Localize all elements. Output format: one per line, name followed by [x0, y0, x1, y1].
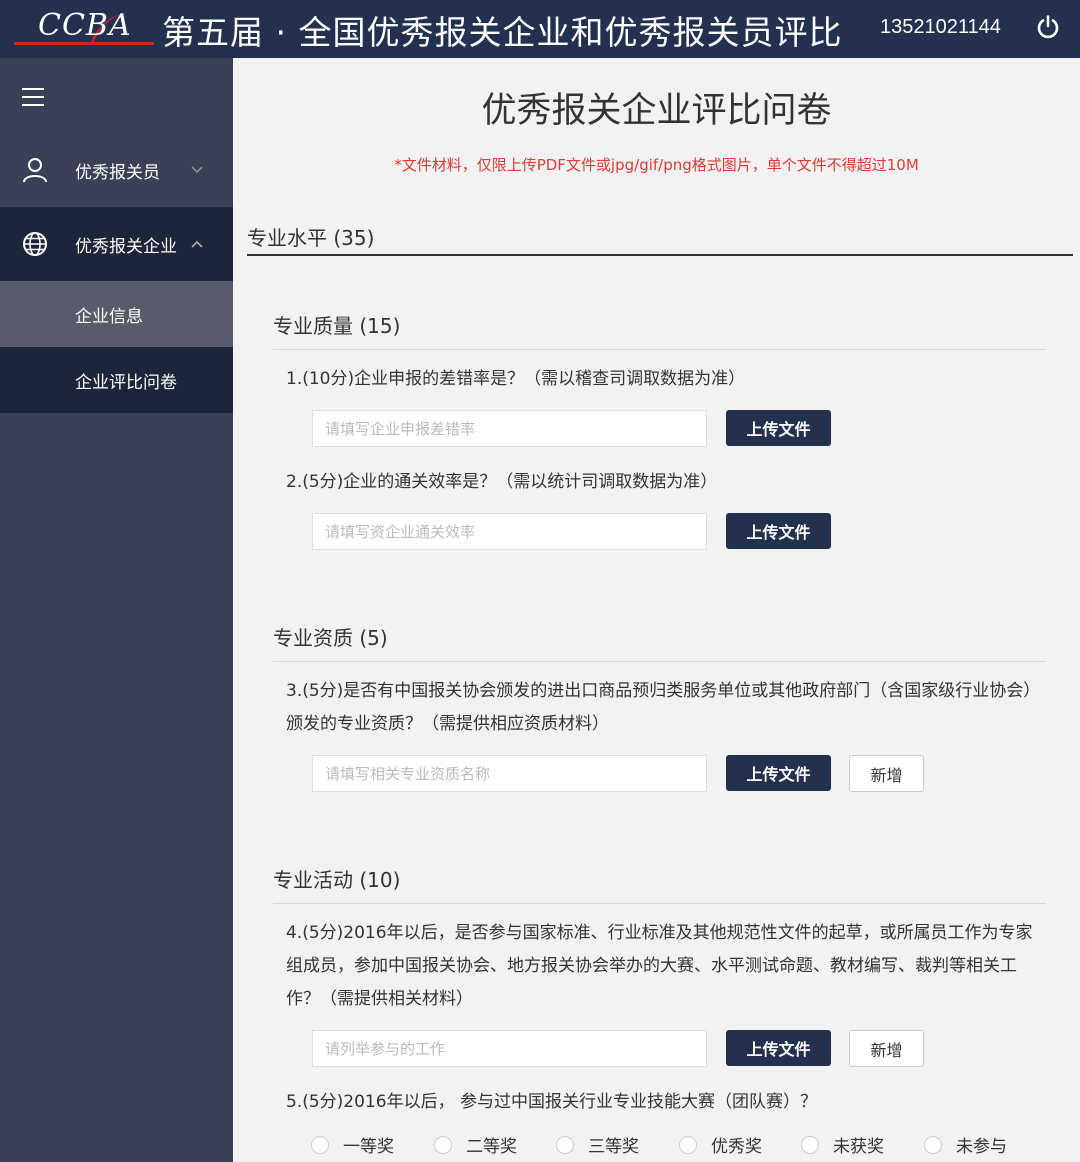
radio-circle[interactable]	[556, 1135, 574, 1154]
radio-circle[interactable]	[311, 1135, 329, 1154]
section-divider	[247, 254, 1073, 256]
participation-work-input[interactable]	[312, 1030, 707, 1067]
question-text: 5.(5分)2016年以后， 参与过中国报关行业专业技能大赛（团队赛）？	[286, 1092, 817, 1112]
clearance-efficiency-input[interactable]	[312, 513, 707, 550]
sidebar-item-excellent-broker[interactable]: 优秀报关员	[0, 133, 233, 207]
radio-label: 二等奖	[466, 1137, 517, 1157]
radio-circle[interactable]	[924, 1135, 942, 1154]
radio-excellence-prize[interactable]: 优秀奖	[679, 1132, 762, 1157]
radio-label: 未参与	[956, 1137, 1007, 1157]
question-text: 3.(5分)是否有中国报关协会颁发的进出口商品预归类服务单位或其他政府部门（含国…	[286, 681, 1032, 734]
radio-circle[interactable]	[679, 1135, 697, 1154]
question-text: 4.(5分)2016年以后，是否参与国家标准、行业标准及其他规范性文件的起草，或…	[286, 923, 1033, 1009]
sidebar-item-label: 企业信息	[75, 306, 143, 327]
sidebar-item-label: 企业评比问卷	[75, 372, 177, 393]
group-divider	[273, 661, 1046, 662]
sidebar-item-enterprise-questionnaire[interactable]: 企业评比问卷	[0, 347, 233, 413]
radio-third-prize[interactable]: 三等奖	[556, 1132, 639, 1157]
qualification-name-input[interactable]	[312, 755, 707, 792]
power-icon[interactable]	[1035, 14, 1061, 40]
group-title: 专业活动 (10)	[273, 868, 401, 892]
error-rate-input[interactable]	[312, 410, 707, 447]
banner-title: 第五届 · 全国优秀报关企业和优秀报关员评比	[162, 13, 843, 52]
upload-notice: *文件材料，仅限上传PDF文件或jpg/gif/png格式图片，单个文件不得超过…	[394, 156, 919, 174]
group-divider	[273, 349, 1046, 350]
chevron-down-icon	[191, 166, 203, 174]
add-button[interactable]: 新增	[849, 1030, 924, 1067]
page-title: 优秀报关企业评比问卷	[481, 91, 832, 131]
radio-circle[interactable]	[434, 1135, 452, 1154]
radio-second-prize[interactable]: 二等奖	[434, 1132, 517, 1157]
main-content: 优秀报关企业评比问卷 *文件材料，仅限上传PDF文件或jpg/gif/png格式…	[233, 58, 1080, 1162]
radio-first-prize[interactable]: 一等奖	[311, 1132, 394, 1157]
award-radio-group: 一等奖 二等奖 三等奖 优秀奖 未获奖 未参与	[311, 1132, 1061, 1162]
sidebar-item-label: 优秀报关员	[75, 162, 160, 183]
radio-label: 一等奖	[343, 1137, 394, 1157]
section-title: 专业水平 (35)	[247, 226, 375, 250]
radio-label: 未获奖	[833, 1137, 884, 1157]
ccba-logo: CCBA	[8, 4, 154, 52]
upload-button[interactable]: 上传文件	[726, 755, 831, 791]
top-bar: CCBA 第五届 · 全国优秀报关企业和优秀报关员评比 13521021144	[0, 0, 1080, 58]
sidebar-item-excellent-enterprise[interactable]: 优秀报关企业	[0, 207, 233, 281]
group-title: 专业资质 (5)	[273, 626, 388, 650]
radio-no-award[interactable]: 未获奖	[801, 1132, 884, 1157]
menu-icon[interactable]	[22, 88, 44, 106]
sidebar-item-label: 优秀报关企业	[75, 236, 177, 257]
radio-label: 三等奖	[588, 1137, 639, 1157]
user-icon	[23, 158, 47, 183]
group-divider	[273, 903, 1046, 904]
globe-icon	[23, 232, 47, 256]
upload-button[interactable]: 上传文件	[726, 410, 831, 446]
question-text: 1.(10分)企业申报的差错率是？（需以稽查司调取数据为准）	[286, 369, 746, 389]
radio-not-participated[interactable]: 未参与	[924, 1132, 1007, 1157]
upload-button[interactable]: 上传文件	[726, 513, 831, 549]
chevron-up-icon	[191, 240, 203, 248]
group-title: 专业质量 (15)	[273, 314, 401, 338]
add-button[interactable]: 新增	[849, 755, 924, 792]
sidebar-item-enterprise-info[interactable]: 企业信息	[0, 281, 233, 347]
question-text: 2.(5分)企业的通关效率是？（需以统计司调取数据为准）	[286, 472, 718, 492]
upload-button[interactable]: 上传文件	[726, 1030, 831, 1066]
radio-circle[interactable]	[801, 1135, 819, 1154]
logo-text: CCBA	[38, 8, 132, 43]
sidebar: 优秀报关员 优秀报关企业 企业信息 企业评比问卷	[0, 58, 233, 1162]
user-phone: 13521021144	[880, 16, 1001, 38]
radio-label: 优秀奖	[711, 1137, 762, 1157]
